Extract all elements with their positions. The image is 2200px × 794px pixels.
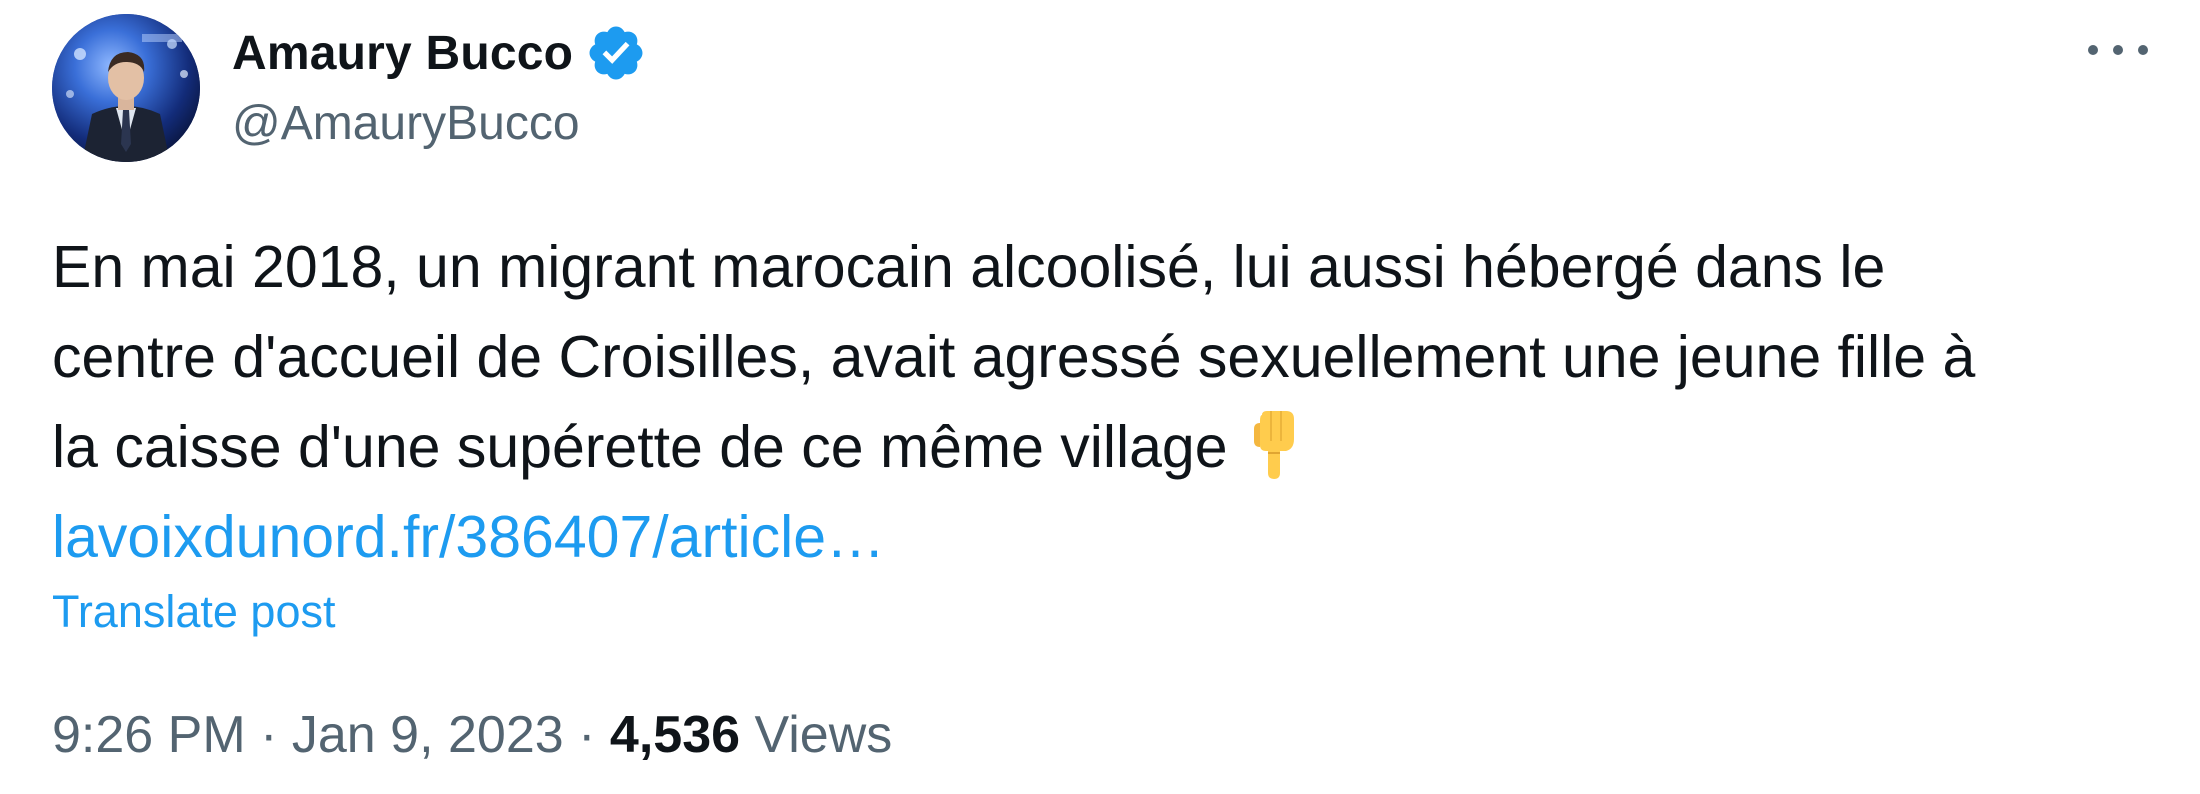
views-label: Views <box>754 706 893 764</box>
post-date[interactable]: Jan 9, 2023 <box>292 706 564 764</box>
translate-post-link[interactable]: Translate post <box>52 586 335 638</box>
verified-badge-icon[interactable] <box>585 22 647 84</box>
post-text-line: la caisse d'une supérette de ce même vil… <box>52 414 1228 480</box>
more-options-icon[interactable] <box>2088 30 2148 70</box>
article-link[interactable]: lavoixdunord.fr/386407/article… <box>52 492 2162 582</box>
meta-separator: · <box>578 706 596 764</box>
avatar-photo <box>52 14 200 162</box>
author-handle[interactable]: @AmauryBucco <box>232 96 580 151</box>
meta-separator: · <box>260 706 278 764</box>
post-meta: 9:26 PM · Jan 9, 2023 · 4,536 Views <box>52 705 892 765</box>
avatar[interactable] <box>52 14 200 162</box>
post-time[interactable]: 9:26 PM <box>52 706 246 764</box>
tweet-card: Amaury Bucco @AmauryBucco En mai 2018, u… <box>0 0 2200 794</box>
views-count: 4,536 <box>609 706 741 764</box>
author-display-name[interactable]: Amaury Bucco <box>232 26 573 81</box>
post-text-line-last: la caisse d'une supérette de ce même vil… <box>52 402 2162 492</box>
more-dot <box>2138 45 2148 55</box>
more-dot <box>2113 45 2123 55</box>
more-dot <box>2088 45 2098 55</box>
author-name-row: Amaury Bucco <box>232 20 647 86</box>
post-text-line: En mai 2018, un migrant marocain alcooli… <box>52 234 1886 300</box>
post-text-line: centre d'accueil de Croisilles, avait ag… <box>52 324 1976 390</box>
post-text: En mai 2018, un migrant marocain alcooli… <box>52 222 2162 582</box>
backhand-index-pointing-down-icon <box>1240 409 1304 481</box>
